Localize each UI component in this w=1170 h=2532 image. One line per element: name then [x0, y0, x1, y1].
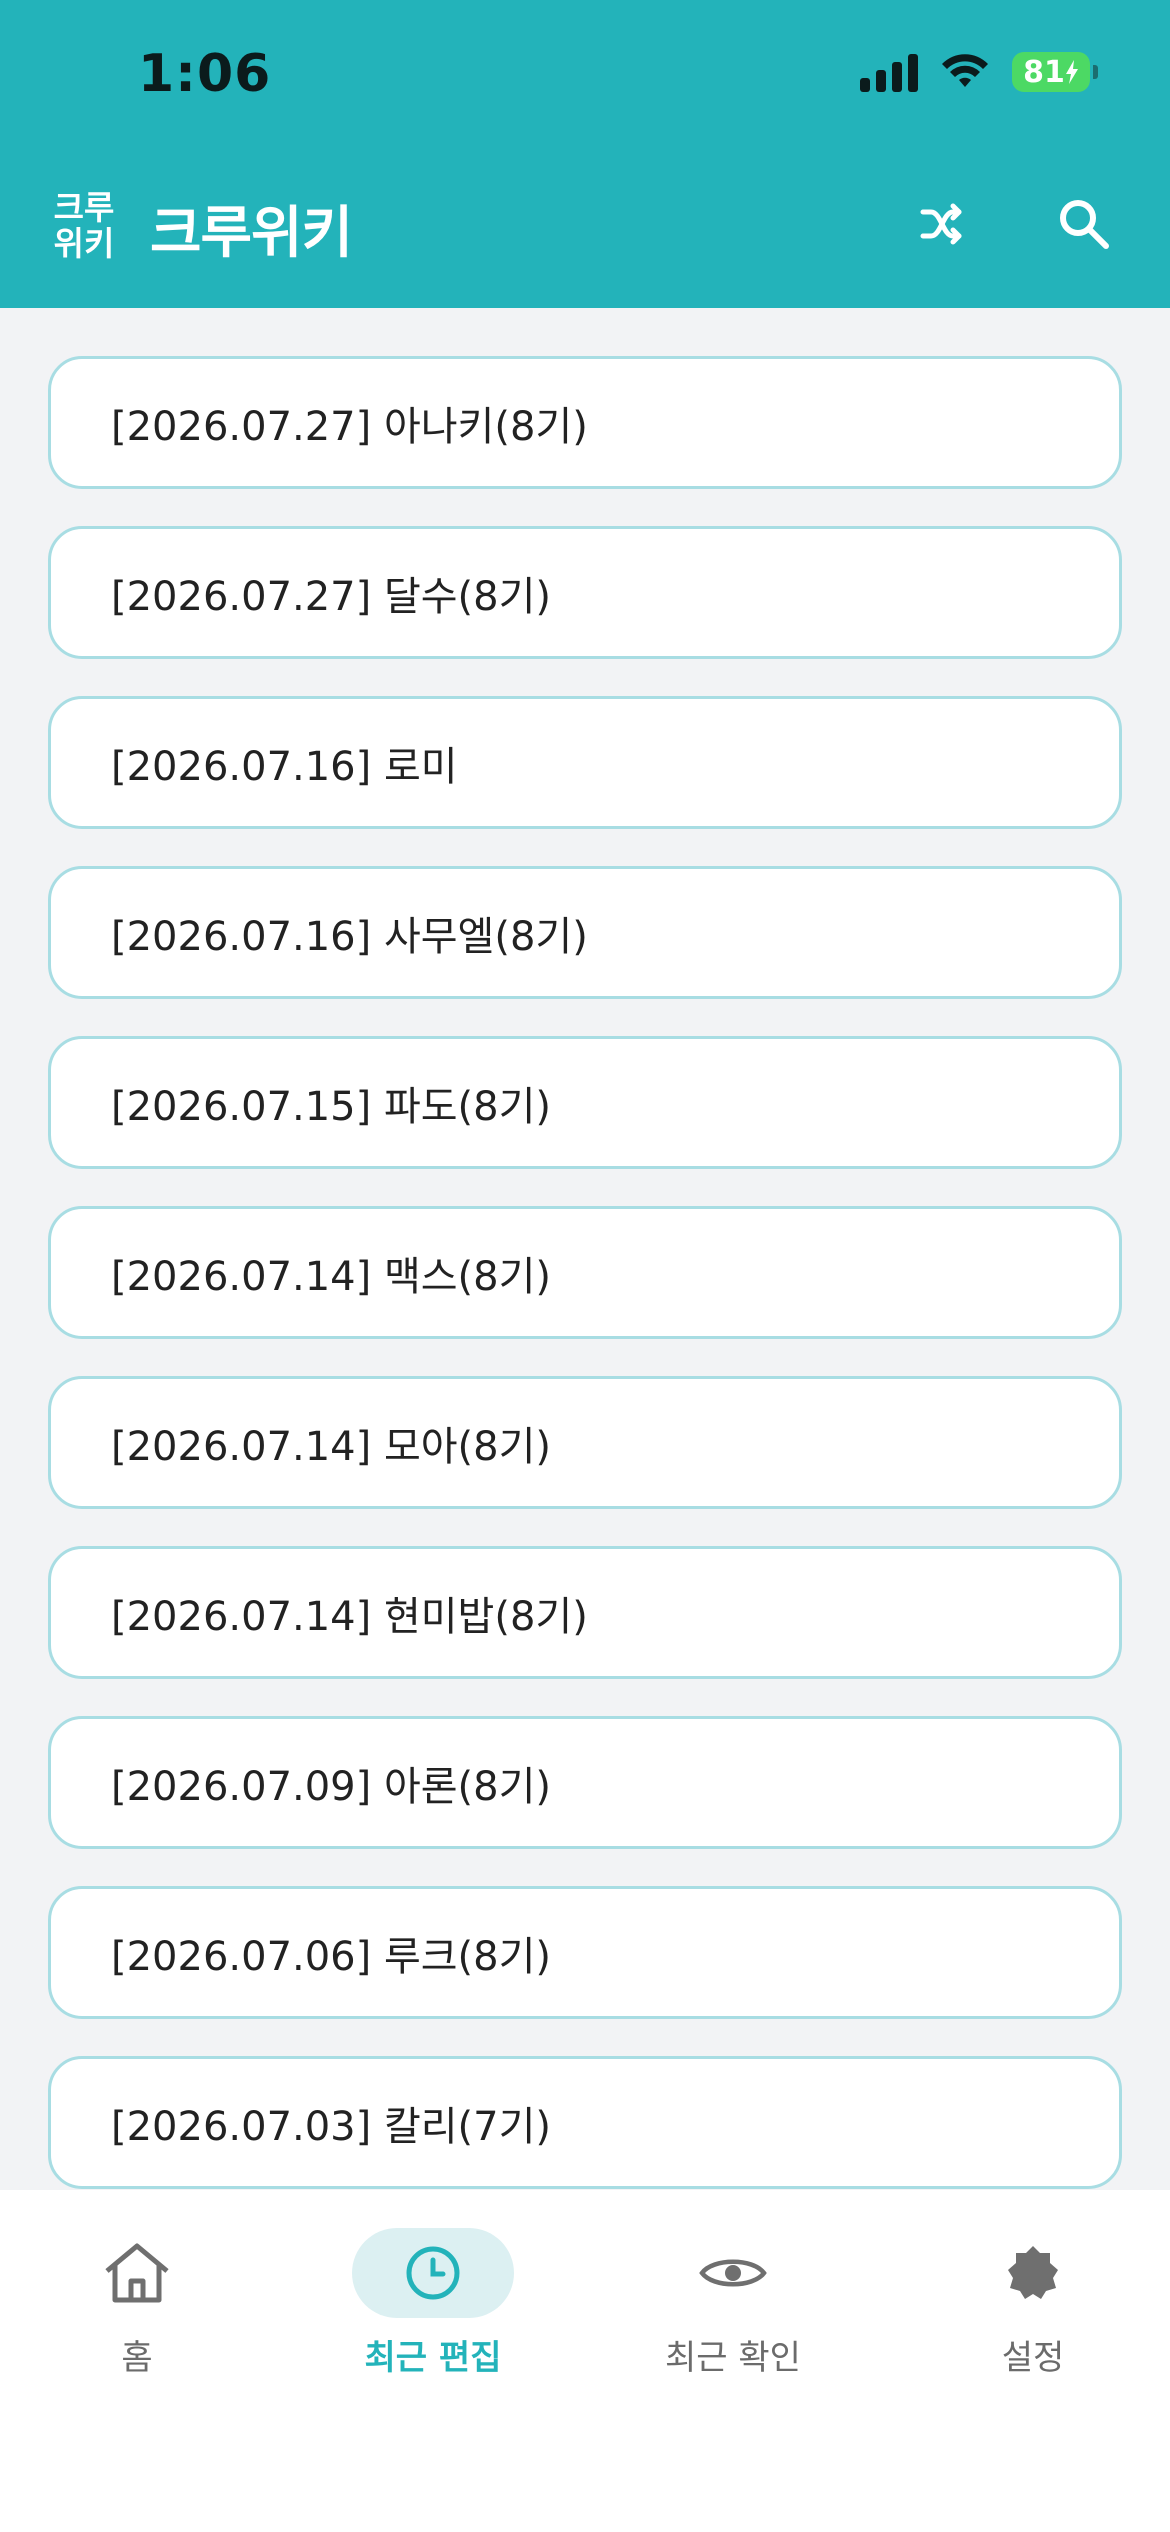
search-icon — [1060, 200, 1109, 249]
app-logo: 크루 위키 — [48, 190, 120, 262]
list-item[interactable]: [2026.07.14] 현미밥(8기) — [48, 1546, 1122, 1679]
app-logo-line1: 크루 — [53, 188, 115, 227]
nav-home[interactable]: 홈 — [7, 2228, 267, 2398]
nav-settings-label: 설정 — [1001, 2338, 1065, 2378]
nav-recent-edits-label: 최근 편집 — [364, 2338, 502, 2378]
nav-recent-edits[interactable]: 최근 편집 — [303, 2228, 563, 2398]
app-logo-line2: 위키 — [53, 224, 115, 263]
list-item[interactable]: [2026.07.09] 아론(8기) — [48, 1716, 1122, 1849]
gear-icon — [1008, 2246, 1058, 2299]
screen: 1:06 81 크루 위키 크루위키 [2026.07.27] 아나키(8기) … — [0, 0, 1170, 2532]
nav-settings-icon-wrap — [952, 2228, 1114, 2318]
nav-recent-views[interactable]: 최근 확인 — [603, 2228, 863, 2398]
list-item[interactable]: [2026.07.14] 맥스(8기) — [48, 1206, 1122, 1339]
eye-icon — [699, 2259, 767, 2287]
bottom-navigation: 홈 최근 편집 최근 확인 설정 — [0, 2190, 1170, 2532]
random-document-button[interactable] — [906, 188, 978, 260]
home-icon — [105, 2243, 169, 2303]
status-icons: 81 — [860, 52, 1098, 92]
list-item[interactable]: [2026.07.27] 아나키(8기) — [48, 356, 1122, 489]
shuffle-icon — [920, 203, 962, 245]
nav-settings[interactable]: 설정 — [903, 2228, 1163, 2398]
cellular-signal-icon — [860, 52, 918, 92]
list-item[interactable]: [2026.07.27] 달수(8기) — [48, 526, 1122, 659]
list-item[interactable]: [2026.07.16] 사무엘(8기) — [48, 866, 1122, 999]
charging-bolt-icon — [1065, 60, 1078, 84]
wifi-icon — [942, 54, 988, 87]
list-item[interactable]: [2026.07.15] 파도(8기) — [48, 1036, 1122, 1169]
recent-edits-list: [2026.07.27] 아나키(8기) [2026.07.27] 달수(8기)… — [48, 356, 1122, 2226]
list-item[interactable]: [2026.07.16] 로미 — [48, 696, 1122, 829]
status-time: 1:06 — [138, 44, 272, 104]
list-item[interactable]: [2026.07.14] 모아(8기) — [48, 1376, 1122, 1509]
app-title: 크루위키 — [150, 201, 353, 266]
list-item[interactable]: [2026.07.03] 칼리(7기) — [48, 2056, 1122, 2189]
nav-home-label: 홈 — [121, 2338, 153, 2378]
search-button[interactable] — [1048, 188, 1120, 260]
battery-indicator: 81 — [1012, 52, 1098, 92]
nav-recent-views-icon-wrap — [652, 2228, 814, 2318]
nav-home-icon-wrap — [56, 2228, 218, 2318]
app-header: 1:06 81 크루 위키 크루위키 — [0, 0, 1170, 308]
battery-level: 81 — [1023, 54, 1065, 90]
list-item[interactable]: [2026.07.06] 루크(8기) — [48, 1886, 1122, 2019]
clock-icon — [406, 2246, 460, 2300]
nav-recent-views-label: 최근 확인 — [665, 2338, 801, 2378]
nav-recent-edits-icon-wrap — [352, 2228, 514, 2318]
